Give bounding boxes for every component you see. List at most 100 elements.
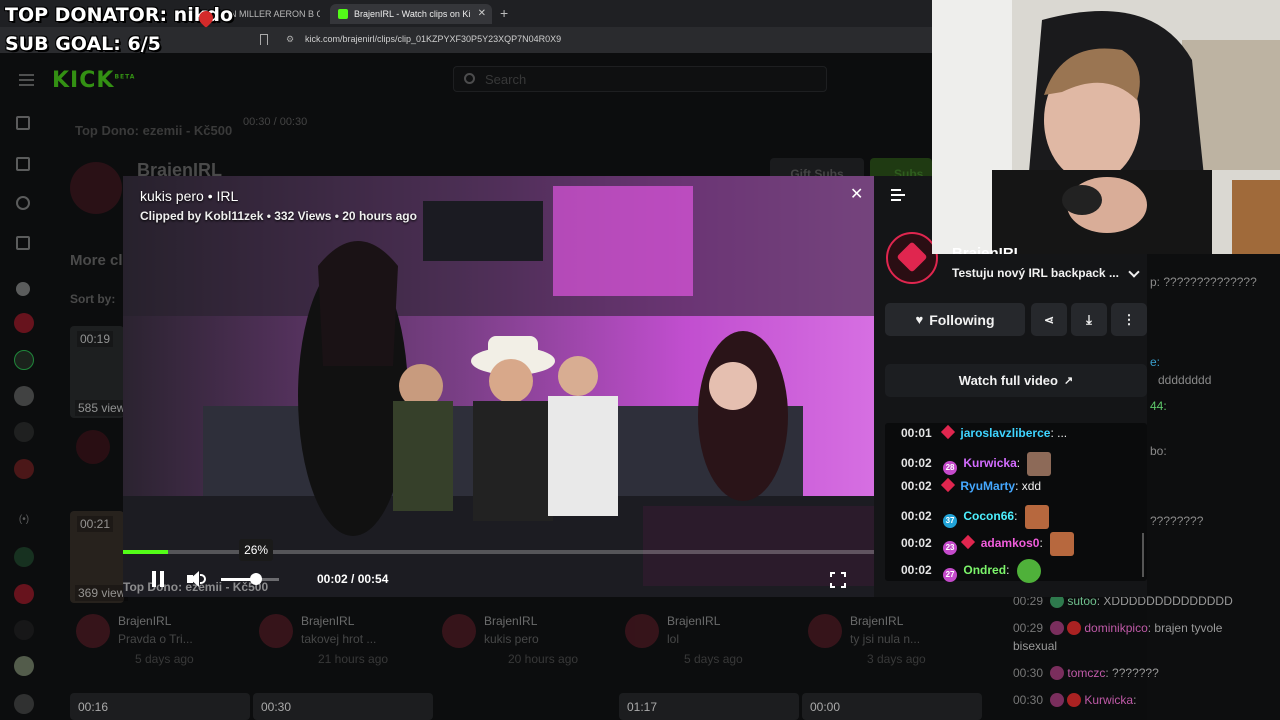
right-chat-line: bo: — [1150, 444, 1167, 458]
bg-clip-views-1: 585 view — [75, 400, 129, 416]
following-button[interactable]: ♥ Following — [885, 303, 1025, 336]
card-channel: BrajenIRL — [301, 614, 355, 628]
card-age: 20 hours ago — [508, 652, 579, 666]
fullscreen-icon[interactable] — [830, 572, 846, 588]
bg-clip-duration-1: 00:19 — [77, 331, 114, 347]
right-chat-row: 00:30 tomczc: ??????? — [1013, 666, 1159, 680]
channel-avatar-5[interactable] — [14, 459, 34, 479]
heart-icon[interactable] — [16, 282, 30, 296]
bg-more-clips: More cl — [70, 252, 123, 269]
card-channel: BrajenIRL — [484, 614, 538, 628]
bg-card-3[interactable]: BrajenIRL kukis pero 20 hours ago — [436, 610, 616, 670]
channel-avatar-6[interactable] — [14, 547, 34, 567]
bookmark-icon[interactable] — [260, 34, 268, 45]
chat-replay — [885, 423, 1147, 581]
chat-username[interactable]: Ondred — [963, 563, 1006, 577]
right-chat-line: bisexual — [1013, 639, 1058, 653]
url-field[interactable]: kick.com/brajenirl/clips/clip_01KZPYXF30… — [305, 34, 561, 44]
channel-avatar-1[interactable] — [14, 313, 34, 333]
channel-avatar-10[interactable] — [14, 694, 34, 714]
card-avatar — [625, 614, 659, 648]
share-button[interactable]: ⋖ — [1031, 303, 1067, 336]
channel-avatar-3[interactable] — [14, 386, 34, 406]
stream-title: Testuju nový IRL backpack ... — [952, 266, 1119, 280]
kick-logo[interactable]: KICKBETA — [52, 68, 135, 93]
bg-card-2[interactable]: BrajenIRL takovej hrot ... 21 hours ago — [253, 610, 433, 670]
bg-bottom-thumb-3[interactable]: 01:17 — [619, 693, 799, 720]
emote-image — [1024, 505, 1049, 529]
chat-username[interactable]: Kurwicka — [963, 456, 1016, 470]
bg-bottom-thumb-2[interactable]: 00:30 — [253, 693, 433, 720]
right-chat-line: e: — [1150, 355, 1161, 369]
pause-button[interactable] — [152, 571, 166, 587]
channel-avatar-8[interactable] — [14, 620, 34, 640]
clip-meta: Clipped by Kobl11zek • 332 Views • 20 ho… — [140, 209, 417, 223]
right-chat-line: dddddddd — [1158, 373, 1212, 387]
chat-username[interactable]: adamkos0 — [981, 536, 1040, 550]
channel-avatar-2[interactable] — [14, 350, 34, 370]
channel-avatar[interactable] — [886, 232, 938, 284]
bg-card-1[interactable]: BrajenIRL Pravda o Tri... 5 days ago — [70, 610, 250, 670]
chat-username[interactable]: RyuMarty — [960, 479, 1015, 493]
browser-tab-active[interactable]: BrajenIRL - Watch clips on Ki ✕ — [330, 4, 492, 24]
sub-badge-icon: 37 — [943, 514, 958, 529]
channel-avatar-7[interactable] — [14, 584, 34, 604]
volume-button[interactable] — [187, 571, 206, 587]
watch-full-video-button[interactable]: Watch full video ↗ — [885, 364, 1147, 397]
card-channel: BrajenIRL — [118, 614, 172, 628]
site-info-icon[interactable]: ⚙ — [286, 34, 294, 45]
collapse-panel-icon[interactable] — [891, 189, 905, 201]
bg-card-4[interactable]: BrajenIRL lol 5 days ago — [619, 610, 799, 670]
clips-icon[interactable] — [16, 236, 30, 250]
volume-slider[interactable] — [221, 573, 279, 585]
bg-card-5[interactable]: BrajenIRL ty jsi nula n... 3 days ago — [802, 610, 982, 670]
following-icon[interactable] — [16, 196, 30, 210]
chat-scrollbar[interactable] — [1142, 533, 1144, 577]
bg-bottom-thumb-4[interactable]: 00:00 — [802, 693, 982, 720]
close-tab-icon[interactable]: ✕ — [478, 4, 486, 24]
menu-icon[interactable] — [19, 74, 34, 86]
chat-message: 00:02 23 adamkos0: — [901, 532, 1075, 556]
channel-name[interactable]: BrajenIRL — [952, 240, 1023, 254]
download-button[interactable]: ⤓ — [1071, 303, 1107, 336]
right-chat-line: p: ?????????????? — [1150, 275, 1257, 289]
card-avatar — [259, 614, 293, 648]
sub-goal-overlay: SUB GOAL: 6/5 — [5, 33, 161, 55]
right-chat-row: 00:30 Kurwicka: — [1013, 693, 1137, 707]
chat-message: 00:02 37 Cocon66: — [901, 505, 1049, 529]
kick-favicon — [338, 9, 348, 19]
close-icon[interactable]: ✕ — [850, 184, 863, 204]
more-options-button[interactable]: ⋮ — [1111, 303, 1147, 336]
card-channel: BrajenIRL — [850, 614, 904, 628]
chat-username[interactable]: jaroslavzliberce — [960, 426, 1050, 440]
card-channel: BrajenIRL — [667, 614, 721, 628]
video-player[interactable]: kukis pero • IRL Clipped by Kobl11zek • … — [123, 176, 874, 597]
bg-clip-avatar-1 — [76, 430, 110, 464]
chat-username[interactable]: Cocon66 — [963, 509, 1014, 523]
sub-badge-icon: 23 — [943, 541, 958, 556]
new-tab-icon[interactable]: + — [500, 5, 508, 21]
bg-sort-by: Sort by: — [70, 292, 116, 306]
search-bar[interactable]: Search — [453, 66, 827, 92]
card-title: takovej hrot ... — [301, 632, 377, 646]
progress-bar[interactable] — [123, 550, 874, 554]
card-title: kukis pero — [484, 632, 539, 646]
collapse-icon[interactable]: (•) — [14, 514, 34, 534]
bg-clip-views-2: 369 view — [75, 585, 129, 601]
card-age: 5 days ago — [135, 652, 194, 666]
heart-icon: ♥ — [915, 312, 924, 327]
channel-avatar-4[interactable] — [14, 422, 34, 442]
chat-message: 00:02 28 Kurwicka: — [901, 452, 1052, 476]
more-vertical-icon: ⋮ — [1122, 311, 1136, 327]
chevron-down-icon[interactable] — [1128, 266, 1140, 278]
home-icon[interactable] — [16, 116, 30, 130]
channel-avatar-9[interactable] — [14, 656, 34, 676]
bg-bottom-thumb-1[interactable]: 00:16 — [70, 693, 250, 720]
search-icon — [464, 73, 475, 84]
browse-icon[interactable] — [16, 157, 30, 171]
left-nav: (•) — [0, 100, 46, 720]
webcam-overlay — [932, 0, 1280, 254]
search-input[interactable]: Search — [485, 72, 526, 87]
volume-knob[interactable] — [250, 573, 263, 585]
chat-message: 00:02 RyuMarty: xdd — [901, 477, 1042, 493]
